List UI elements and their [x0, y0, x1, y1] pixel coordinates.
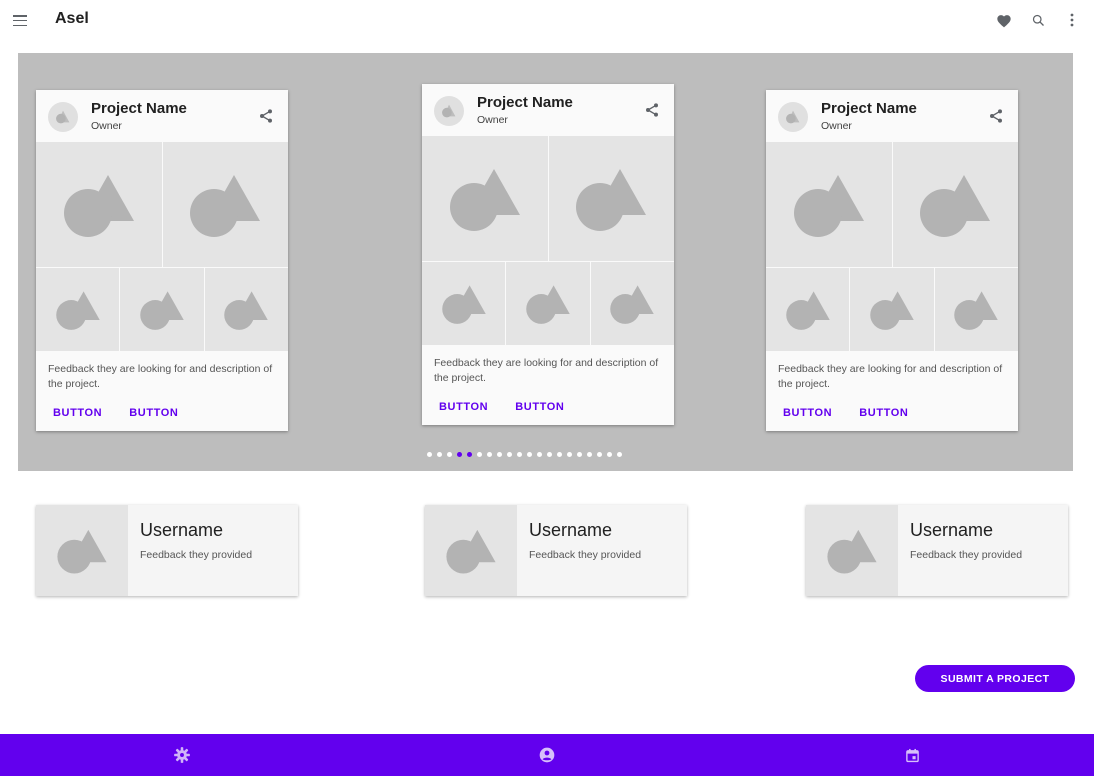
card-button-2[interactable]: BUTTON: [129, 407, 178, 419]
feedback-text: Feedback they provided: [910, 549, 1023, 561]
card-header: Project Name Owner: [36, 90, 288, 142]
carousel-dot[interactable]: [597, 452, 602, 457]
carousel-dot[interactable]: [427, 452, 432, 457]
carousel-dot[interactable]: [527, 452, 532, 457]
carousel-dot[interactable]: [477, 452, 482, 457]
account-icon[interactable]: [527, 734, 567, 776]
project-owner: Owner: [477, 114, 508, 126]
project-name: Project Name: [821, 100, 917, 117]
carousel-dot[interactable]: [567, 452, 572, 457]
feedback-text: Feedback they provided: [529, 549, 642, 561]
submit-project-button[interactable]: SUBMIT A PROJECT: [915, 665, 1075, 692]
image-placeholder: [934, 268, 1018, 351]
carousel-dot[interactable]: [617, 452, 622, 457]
project-carousel[interactable]: Project Name Owner Feedback they are loo…: [18, 53, 1073, 471]
project-card[interactable]: Project Name Owner Feedback they are loo…: [422, 84, 674, 425]
card-actions: BUTTON BUTTON: [766, 399, 1018, 431]
card-actions: BUTTON BUTTON: [36, 399, 288, 431]
feedback-username: Username: [910, 520, 994, 540]
image-placeholder: [36, 142, 162, 267]
carousel-dot[interactable]: [457, 452, 462, 457]
card-header: Project Name Owner: [766, 90, 1018, 142]
image-placeholder: [36, 505, 128, 596]
image-placeholder: [766, 268, 850, 351]
card-button-1[interactable]: BUTTON: [439, 401, 488, 413]
image-grid-row: [36, 268, 288, 351]
project-card[interactable]: Project Name Owner Feedback they are loo…: [36, 90, 288, 431]
image-placeholder: [548, 136, 674, 261]
image-placeholder: [766, 142, 892, 267]
image-placeholder: [162, 142, 288, 267]
image-grid-row: [422, 262, 674, 345]
image-placeholder: [422, 136, 548, 261]
image-placeholder: [806, 505, 898, 596]
feedback-username: Username: [529, 520, 613, 540]
card-header: Project Name Owner: [422, 84, 674, 136]
carousel-dot[interactable]: [587, 452, 592, 457]
avatar: [48, 102, 78, 132]
top-app-bar: Asel: [0, 0, 1094, 42]
project-description: Feedback they are looking for and descri…: [434, 357, 659, 384]
image-placeholder: [506, 262, 590, 345]
carousel-dot[interactable]: [517, 452, 522, 457]
feedback-card[interactable]: Username Feedback they provided: [806, 505, 1068, 596]
carousel-dot[interactable]: [467, 452, 472, 457]
card-button-1[interactable]: BUTTON: [783, 407, 832, 419]
carousel-dot[interactable]: [547, 452, 552, 457]
image-placeholder: [892, 142, 1018, 267]
bottom-navigation: [0, 734, 1094, 776]
image-grid-row: [766, 268, 1018, 351]
project-owner: Owner: [821, 120, 852, 132]
project-name: Project Name: [477, 94, 573, 111]
avatar: [778, 102, 808, 132]
app-title: Asel: [55, 10, 89, 27]
carousel-indicator: [427, 452, 622, 457]
carousel-dot[interactable]: [607, 452, 612, 457]
project-owner: Owner: [91, 120, 122, 132]
image-grid: [422, 136, 674, 261]
carousel-dot[interactable]: [487, 452, 492, 457]
top-actions: [994, 10, 1082, 30]
carousel-dot[interactable]: [437, 452, 442, 457]
image-placeholder: [422, 262, 506, 345]
avatar: [434, 96, 464, 126]
image-placeholder: [425, 505, 517, 596]
project-description: Feedback they are looking for and descri…: [778, 363, 1003, 390]
share-icon[interactable]: [258, 107, 274, 125]
more-vert-icon[interactable]: [1062, 10, 1082, 30]
carousel-dot[interactable]: [447, 452, 452, 457]
share-icon[interactable]: [644, 101, 660, 119]
image-placeholder: [120, 268, 204, 351]
feedback-card[interactable]: Username Feedback they provided: [425, 505, 687, 596]
feedback-username: Username: [140, 520, 224, 540]
carousel-dot[interactable]: [557, 452, 562, 457]
card-button-2[interactable]: BUTTON: [515, 401, 564, 413]
search-icon[interactable]: [1028, 10, 1048, 30]
carousel-dot[interactable]: [507, 452, 512, 457]
carousel-dot[interactable]: [537, 452, 542, 457]
image-placeholder: [204, 268, 288, 351]
feedback-text: Feedback they provided: [140, 549, 253, 561]
share-icon[interactable]: [988, 107, 1004, 125]
image-placeholder: [590, 262, 674, 345]
project-name: Project Name: [91, 100, 187, 117]
card-button-1[interactable]: BUTTON: [53, 407, 102, 419]
image-grid: [766, 142, 1018, 267]
image-placeholder: [36, 268, 120, 351]
calendar-icon[interactable]: [892, 734, 932, 776]
carousel-dot[interactable]: [497, 452, 502, 457]
image-placeholder: [850, 268, 934, 351]
project-card[interactable]: Project Name Owner Feedback they are loo…: [766, 90, 1018, 431]
carousel-dot[interactable]: [577, 452, 582, 457]
card-button-2[interactable]: BUTTON: [859, 407, 908, 419]
menu-icon[interactable]: [13, 15, 27, 27]
settings-icon[interactable]: [162, 734, 202, 776]
project-description: Feedback they are looking for and descri…: [48, 363, 273, 390]
card-actions: BUTTON BUTTON: [422, 393, 674, 425]
heart-icon[interactable]: [994, 10, 1014, 30]
feedback-card[interactable]: Username Feedback they provided: [36, 505, 298, 596]
image-grid: [36, 142, 288, 267]
